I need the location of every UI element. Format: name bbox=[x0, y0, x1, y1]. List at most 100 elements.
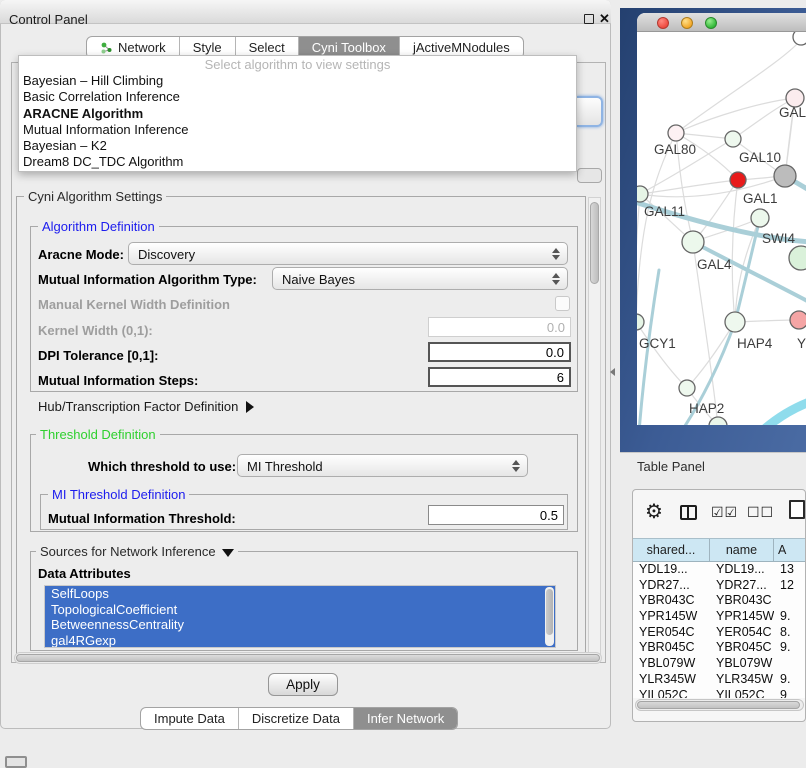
table-cell: 13 bbox=[774, 562, 806, 578]
scrollbar-thumb[interactable] bbox=[590, 202, 599, 284]
mi-steps-field[interactable] bbox=[428, 367, 571, 387]
sources-group-title[interactable]: Sources for Network Inference bbox=[36, 544, 238, 559]
network-icon bbox=[100, 42, 113, 54]
which-threshold-label: Which threshold to use: bbox=[88, 459, 236, 474]
table-row[interactable]: YBL079WYBL079W bbox=[633, 656, 806, 672]
algorithm-definition-title: Algorithm Definition bbox=[38, 219, 159, 234]
node-gcy1[interactable] bbox=[637, 314, 644, 330]
manual-kernel-checkbox[interactable] bbox=[555, 296, 570, 311]
network-window-titlebar[interactable] bbox=[637, 13, 806, 32]
data-attributes-list[interactable]: SelfLoopsTopologicalCoefficientBetweenne… bbox=[44, 585, 556, 648]
tab-impute-data[interactable]: Impute Data bbox=[141, 708, 238, 729]
expand-right-icon bbox=[246, 401, 254, 413]
tab-label: Select bbox=[249, 40, 285, 55]
column-header-name[interactable]: name bbox=[710, 539, 774, 561]
columns-icon[interactable] bbox=[680, 505, 697, 520]
mi-type-value: Naive Bayes bbox=[282, 272, 355, 287]
scrollbar-thumb[interactable] bbox=[546, 589, 553, 635]
table-cell: YDR27... bbox=[710, 578, 774, 594]
clear-all-checkboxes-icon[interactable]: ☐☐ bbox=[747, 504, 774, 521]
sources-title-text: Sources for Network Inference bbox=[40, 544, 216, 559]
node-unlabeled[interactable] bbox=[774, 165, 796, 187]
bottom-left-cut-button[interactable] bbox=[5, 756, 27, 768]
algorithm-option-bayesian-hill-climbing[interactable]: Bayesian – Hill Climbing bbox=[19, 73, 576, 89]
export-table-icon[interactable] bbox=[789, 500, 805, 519]
scrollbar-thumb[interactable] bbox=[637, 701, 800, 709]
control-panel-titlebar bbox=[0, 0, 611, 24]
algorithm-option-dream8-dc-tdc-algorithm[interactable]: Dream8 DC_TDC Algorithm bbox=[19, 154, 576, 170]
node-gal1[interactable] bbox=[730, 172, 746, 188]
algorithm-option-basic-correlation-inference[interactable]: Basic Correlation Inference bbox=[19, 89, 576, 105]
node-gal4[interactable] bbox=[682, 231, 704, 253]
table-horizontal-scrollbar[interactable] bbox=[635, 699, 804, 711]
node-y[interactable] bbox=[790, 311, 806, 329]
table-row[interactable]: YER054CYER054C8. bbox=[633, 625, 806, 641]
table-cell: YPR145W bbox=[633, 609, 710, 625]
node-hap4[interactable] bbox=[725, 312, 745, 332]
select-all-checkboxes-icon[interactable]: ☑☑ bbox=[711, 504, 738, 521]
table-cell: YBL079W bbox=[710, 656, 774, 672]
close-traffic-light[interactable] bbox=[657, 17, 669, 29]
attribute-item-gal4rgexp[interactable]: gal4RGexp bbox=[45, 633, 555, 648]
tab-label: jActiveMNodules bbox=[413, 40, 510, 55]
combobox-fragment[interactable] bbox=[577, 168, 602, 183]
float-window-icon[interactable] bbox=[584, 14, 594, 24]
mi-type-select[interactable]: Naive Bayes bbox=[272, 267, 568, 290]
node-label: GCY1 bbox=[639, 336, 676, 351]
node-gal11[interactable] bbox=[637, 186, 648, 202]
network-view-window[interactable]: GALGAL80GAL10GAL1GAL11SWI4GAL4GCY1HAP4YH… bbox=[637, 13, 806, 425]
close-icon[interactable]: ✕ bbox=[599, 11, 610, 27]
table-row[interactable]: YLR345WYLR345W9. bbox=[633, 672, 806, 688]
table-row[interactable]: YBR043CYBR043C bbox=[633, 593, 806, 609]
tab-label: Cyni Toolbox bbox=[312, 40, 386, 55]
node-label: SWI4 bbox=[762, 231, 795, 246]
node-hap2[interactable] bbox=[679, 380, 695, 396]
table-cell: 9. bbox=[774, 640, 806, 656]
panel-collapse-arrow-icon[interactable] bbox=[610, 368, 615, 376]
settings-horizontal-scrollbar[interactable] bbox=[14, 652, 602, 664]
tab-discretize-data[interactable]: Discretize Data bbox=[238, 708, 353, 729]
algorithm-combobox-fragment[interactable] bbox=[577, 96, 603, 127]
algorithm-option-aracne-algorithm[interactable]: ARACNE Algorithm bbox=[19, 106, 576, 122]
table-row[interactable]: YPR145WYPR145W9. bbox=[633, 609, 806, 625]
dpi-tolerance-field[interactable] bbox=[428, 342, 571, 362]
column-header-shared[interactable]: shared... bbox=[633, 539, 710, 561]
node-unlabeled[interactable] bbox=[789, 246, 806, 270]
network-edge-highlight bbox=[761, 398, 806, 425]
minimize-traffic-light[interactable] bbox=[681, 17, 693, 29]
which-threshold-select[interactable]: MI Threshold bbox=[237, 454, 528, 477]
aracne-mode-select[interactable]: Discovery bbox=[128, 242, 568, 265]
table-cell: 9. bbox=[774, 672, 806, 688]
table-row[interactable]: YBR045CYBR045C9. bbox=[633, 640, 806, 656]
node-gal10[interactable] bbox=[725, 131, 741, 147]
network-edge bbox=[676, 98, 795, 133]
column-header-a[interactable]: A bbox=[774, 539, 806, 561]
gear-icon[interactable]: ⚙ bbox=[645, 499, 663, 524]
table-row[interactable]: YIL052CYIL052C9 bbox=[633, 688, 806, 699]
stepper-arrows-icon bbox=[552, 247, 560, 261]
apply-button[interactable]: Apply bbox=[268, 673, 338, 696]
table-cell: 12 bbox=[774, 578, 806, 594]
hub-definition-expander[interactable]: Hub/Transcription Factor Definition bbox=[38, 399, 254, 414]
attribute-item-betweennesscentrality[interactable]: BetweennessCentrality bbox=[45, 617, 555, 633]
table-cell: YIL052C bbox=[710, 688, 774, 699]
attribute-item-selfloops[interactable]: SelfLoops bbox=[45, 586, 555, 602]
algorithm-option-bayesian-k2[interactable]: Bayesian – K2 bbox=[19, 138, 576, 154]
algorithm-option-mutual-information-inference[interactable]: Mutual Information Inference bbox=[19, 122, 576, 138]
panel-title: Control Panel bbox=[9, 12, 88, 27]
attribute-item-topologicalcoefficient[interactable]: TopologicalCoefficient bbox=[45, 602, 555, 618]
mi-threshold-field[interactable] bbox=[428, 505, 564, 525]
tab-infer-network[interactable]: Infer Network bbox=[353, 708, 457, 729]
node-swi4[interactable] bbox=[751, 209, 769, 227]
table-cell: 9 bbox=[774, 688, 806, 699]
table-row[interactable]: YDR27...YDR27...12 bbox=[633, 578, 806, 594]
node-unlabeled[interactable] bbox=[793, 32, 806, 45]
network-canvas[interactable]: GALGAL80GAL10GAL1GAL11SWI4GAL4GCY1HAP4YH… bbox=[637, 32, 806, 425]
settings-vertical-scrollbar[interactable] bbox=[588, 197, 601, 659]
zoom-traffic-light[interactable] bbox=[705, 17, 717, 29]
attributes-scrollbar[interactable] bbox=[545, 587, 554, 646]
table-row[interactable]: YDL19...YDL19...13 bbox=[633, 562, 806, 578]
divider bbox=[620, 452, 806, 453]
node-gal80[interactable] bbox=[668, 125, 684, 141]
scrollbar-thumb[interactable] bbox=[16, 654, 600, 662]
